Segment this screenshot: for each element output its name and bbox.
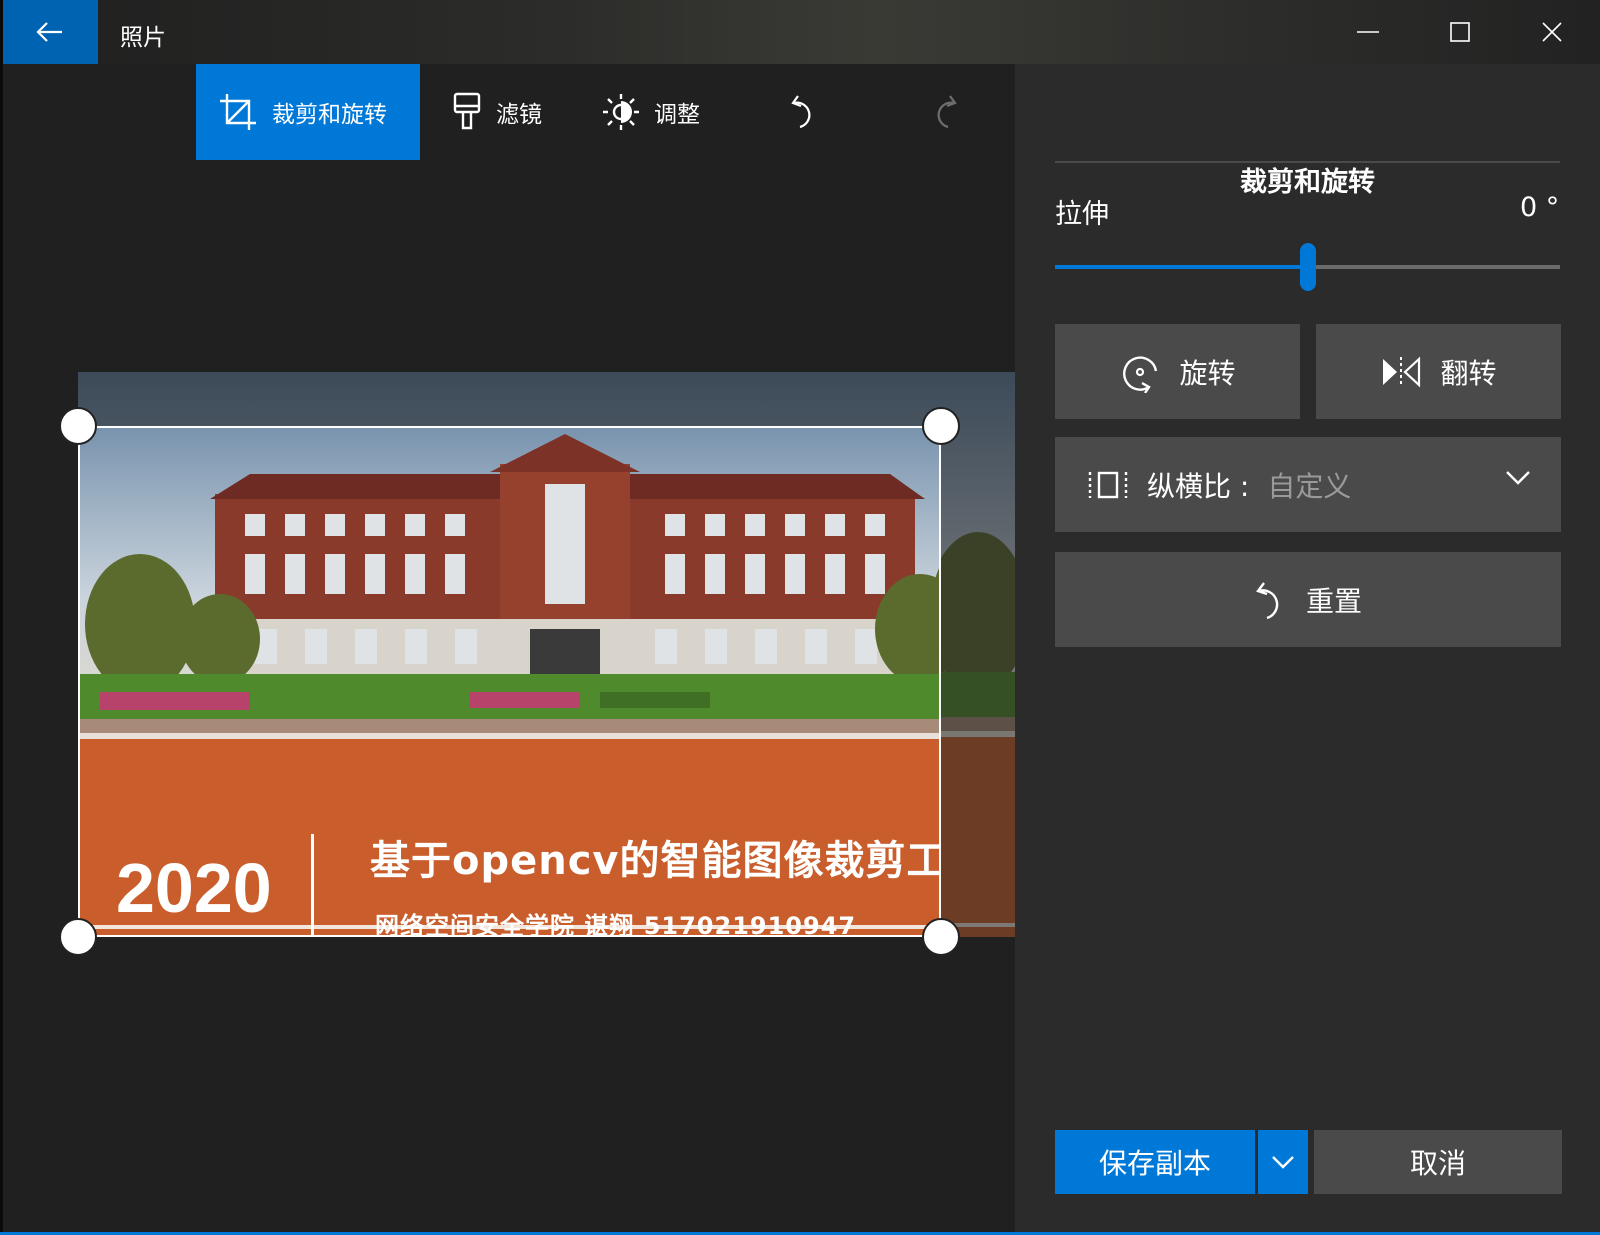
crop-icon bbox=[220, 94, 256, 130]
banner-divider bbox=[311, 834, 314, 935]
flip-icon bbox=[1383, 355, 1421, 388]
save-copy-button[interactable]: 保存副本 bbox=[1055, 1130, 1255, 1194]
reset-button[interactable]: 重置 bbox=[1055, 552, 1561, 647]
app-title: 照片 bbox=[120, 25, 166, 51]
crop-rotate-panel: 裁剪和旋转 bbox=[1015, 64, 1600, 1235]
crop-handle-bottom-right[interactable] bbox=[922, 918, 960, 956]
window-edge bbox=[0, 0, 3, 1235]
crop-region[interactable]: 2020 基于opencv的智能图像裁剪工具 网络空间安全学院 谌翔 51702… bbox=[78, 426, 941, 937]
banner-subtitle: 网络空间安全学院 谌翔 517021910947 bbox=[375, 912, 857, 937]
back-arrow-icon bbox=[36, 22, 62, 42]
flip-label: 翻转 bbox=[1440, 356, 1497, 390]
aspect-ratio-value: 自定义 bbox=[1267, 469, 1352, 503]
undo-icon bbox=[791, 95, 811, 129]
photo-preview[interactable]: 2020 基于opencv的智能图像裁剪工具 网络空间安全学院 谌翔 51702… bbox=[78, 372, 1015, 937]
rotate-label: 旋转 bbox=[1179, 356, 1236, 390]
paint-brush-icon bbox=[453, 92, 481, 130]
chevron-down-icon bbox=[1506, 471, 1530, 485]
redo-icon bbox=[937, 95, 957, 129]
brightness-icon bbox=[603, 94, 639, 130]
maximize-button[interactable] bbox=[1414, 0, 1506, 64]
close-icon bbox=[1542, 22, 1562, 42]
tab-adjust[interactable]: 调整 bbox=[580, 64, 722, 160]
aspect-ratio-dropdown[interactable]: 纵横比 : 自定义 bbox=[1055, 437, 1561, 532]
save-options-button[interactable] bbox=[1258, 1130, 1308, 1194]
straighten-label: 拉伸 bbox=[1055, 199, 1109, 230]
tab-adjust-label: 调整 bbox=[654, 102, 700, 128]
flip-button[interactable]: 翻转 bbox=[1316, 324, 1561, 419]
minimize-icon bbox=[1357, 31, 1379, 33]
tab-crop-rotate-label: 裁剪和旋转 bbox=[272, 102, 387, 128]
tab-filters-label: 滤镜 bbox=[496, 102, 542, 128]
title-bar: 照片 bbox=[0, 0, 1600, 64]
edit-toolbar: 裁剪和旋转 滤镜 调整 bbox=[0, 64, 1015, 160]
straighten-slider-fill bbox=[1055, 265, 1308, 269]
minimize-button[interactable] bbox=[1322, 0, 1414, 64]
crop-handle-bottom-left[interactable] bbox=[59, 918, 97, 956]
undo-button[interactable] bbox=[780, 64, 830, 160]
redo-button[interactable] bbox=[918, 64, 968, 160]
straighten-value: 0 ° bbox=[1520, 192, 1560, 223]
chevron-down-icon bbox=[1272, 1156, 1294, 1169]
banner-year: 2020 bbox=[116, 849, 272, 927]
reset-icon bbox=[1256, 581, 1279, 619]
back-button[interactable] bbox=[0, 0, 98, 64]
tab-crop-rotate[interactable]: 裁剪和旋转 bbox=[196, 64, 420, 160]
cancel-button[interactable]: 取消 bbox=[1314, 1130, 1562, 1194]
straighten-slider-thumb[interactable] bbox=[1299, 243, 1316, 291]
tab-filters[interactable]: 滤镜 bbox=[430, 64, 564, 160]
aspect-ratio-icon bbox=[1088, 471, 1128, 498]
crop-handle-top-right[interactable] bbox=[922, 407, 960, 445]
aspect-ratio-label: 纵横比 : bbox=[1147, 469, 1250, 503]
close-button[interactable] bbox=[1506, 0, 1598, 64]
rotate-button[interactable]: 旋转 bbox=[1055, 324, 1300, 419]
panel-divider bbox=[1055, 161, 1560, 163]
reset-label: 重置 bbox=[1305, 584, 1362, 618]
maximize-icon bbox=[1450, 22, 1470, 42]
rotate-icon bbox=[1123, 355, 1158, 393]
banner-title: 基于opencv的智能图像裁剪工具 bbox=[370, 838, 941, 884]
crop-handle-top-left[interactable] bbox=[59, 407, 97, 445]
